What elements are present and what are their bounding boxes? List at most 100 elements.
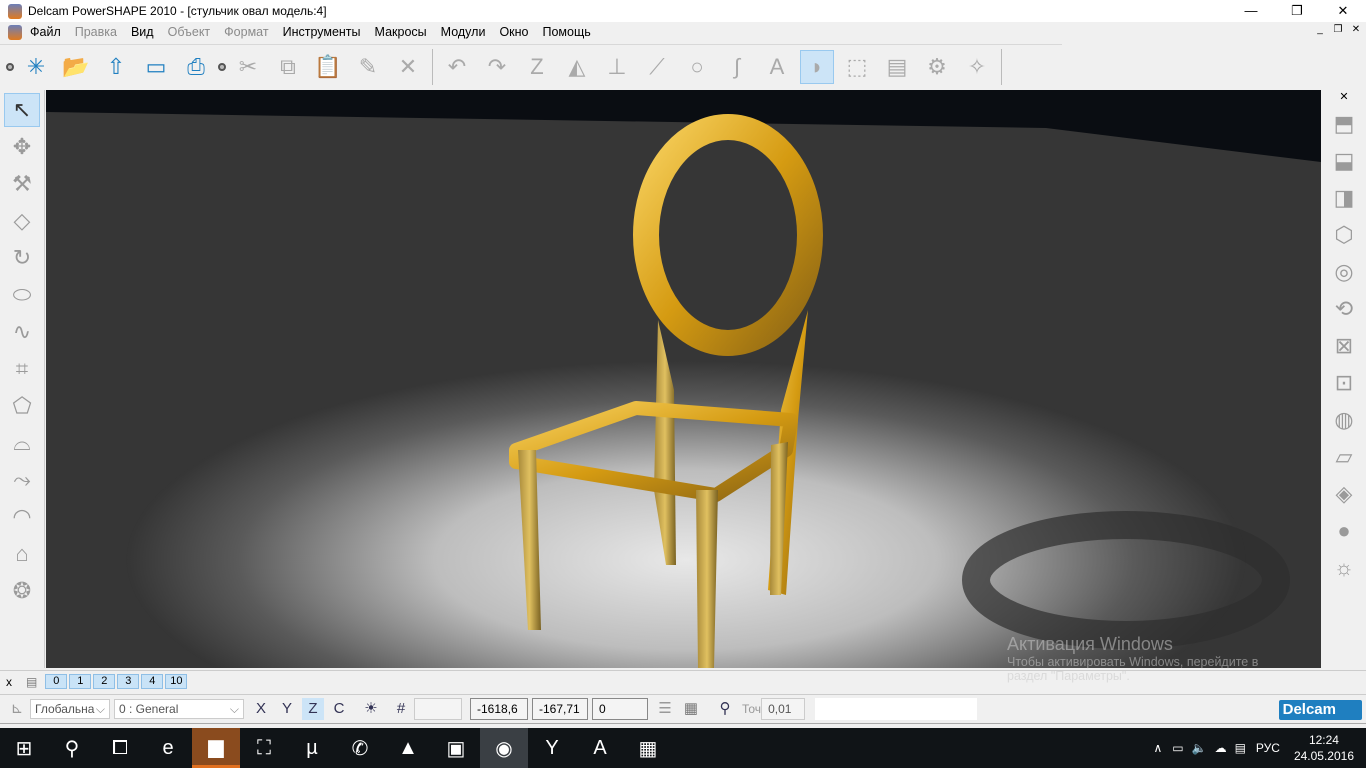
- menu-9[interactable]: Помощь: [542, 25, 590, 39]
- surface-icon[interactable]: ◗: [800, 49, 834, 84]
- workplane-icon[interactable]: ⊾: [6, 698, 28, 720]
- tools-icon[interactable]: ⚒: [4, 167, 40, 201]
- open-folder-icon[interactable]: 📂: [59, 50, 93, 84]
- edit-icon[interactable]: ✎: [351, 50, 385, 84]
- photos-icon[interactable]: ▲: [384, 728, 432, 768]
- view-top-icon[interactable]: ⬒: [1326, 107, 1362, 141]
- menu-3[interactable]: Объект: [168, 25, 211, 39]
- minimize-button[interactable]: —: [1228, 0, 1274, 22]
- loft-icon[interactable]: ⬠: [4, 389, 40, 423]
- electrode-icon[interactable]: ▤: [880, 50, 914, 84]
- curve-icon[interactable]: ∫: [720, 50, 754, 84]
- winrar-icon[interactable]: ▦: [624, 728, 672, 768]
- grid-field[interactable]: [414, 698, 462, 720]
- transform-icon[interactable]: ✥: [4, 130, 40, 164]
- close-toolbar-icon[interactable]: ✕: [1322, 90, 1366, 104]
- view-x-icon[interactable]: X: [250, 698, 272, 720]
- drive-curve-icon[interactable]: ⌓: [4, 426, 40, 460]
- utorrent-icon[interactable]: µ: [288, 728, 336, 768]
- level-select[interactable]: 0 : General ⌵: [114, 699, 244, 719]
- menu-0[interactable]: Файл: [30, 25, 61, 39]
- shade-diamond-icon[interactable]: ◈: [1326, 477, 1362, 511]
- zoom-fit-icon[interactable]: ⊠: [1326, 329, 1362, 363]
- wizard-icon[interactable]: ✧: [960, 50, 994, 84]
- new-file-icon[interactable]: ✳: [19, 50, 53, 84]
- calculator-icon[interactable]: ▦: [680, 698, 702, 720]
- morph-icon[interactable]: ❂: [4, 574, 40, 608]
- workplane-icon[interactable]: ⊥: [600, 50, 634, 84]
- view-camera-icon[interactable]: ◎: [1326, 255, 1362, 289]
- sweep-icon[interactable]: ∿: [4, 315, 40, 349]
- menu-1[interactable]: Правка: [75, 25, 117, 39]
- mdi-restore-button[interactable]: ❐: [1330, 24, 1346, 35]
- workplane-select[interactable]: Глобальна ⌵: [30, 699, 110, 719]
- level-button-4[interactable]: 4: [141, 674, 164, 689]
- clock[interactable]: 12:24 24.05.2016: [1294, 732, 1354, 764]
- extrude-icon[interactable]: ⬭: [4, 278, 40, 312]
- lighting-icon[interactable]: ☼: [1326, 551, 1362, 585]
- store-icon[interactable]: ⛶: [240, 728, 288, 768]
- search-icon[interactable]: ⚲: [48, 728, 96, 768]
- paste-icon[interactable]: 📋: [311, 50, 345, 84]
- rotate-surface-icon[interactable]: ↻: [4, 241, 40, 275]
- menu-6[interactable]: Макросы: [375, 25, 427, 39]
- zoom-rotate-icon[interactable]: ⟲: [1326, 292, 1362, 326]
- yandex-icon[interactable]: Y: [528, 728, 576, 768]
- fillet-icon[interactable]: ◠: [4, 500, 40, 534]
- monitor-icon[interactable]: ▣: [432, 728, 480, 768]
- view-front-icon[interactable]: ⬓: [1326, 144, 1362, 178]
- toolbar-grip[interactable]: [218, 62, 226, 71]
- volume-icon[interactable]: 🔈: [1192, 741, 1207, 755]
- flange-icon[interactable]: ⌂: [4, 537, 40, 571]
- shade-sphere-icon[interactable]: ●: [1326, 514, 1362, 548]
- line-icon[interactable]: ⟋: [640, 50, 674, 84]
- blend-icon[interactable]: ⤳: [4, 463, 40, 497]
- language-indicator[interactable]: РУС: [1256, 741, 1280, 755]
- maximize-button[interactable]: ❐: [1274, 0, 1320, 22]
- view-y-icon[interactable]: Y: [276, 698, 298, 720]
- shade-wireframe-icon[interactable]: ◍: [1326, 403, 1362, 437]
- menu-8[interactable]: Окно: [499, 25, 528, 39]
- explorer-icon[interactable]: ▆: [192, 728, 240, 768]
- tolerance-icon[interactable]: ⚲: [714, 698, 736, 720]
- network-icon[interactable]: ⌗: [4, 352, 40, 386]
- task-view-icon[interactable]: ⧠: [96, 728, 144, 768]
- doc-icon[interactable]: [8, 25, 22, 40]
- delete-icon[interactable]: ✕: [391, 50, 425, 84]
- arc-icon[interactable]: ○: [680, 50, 714, 84]
- solid-icon[interactable]: ⬚: [840, 50, 874, 84]
- select-icon[interactable]: ↖: [4, 93, 40, 127]
- import-icon[interactable]: ⇧: [99, 50, 133, 84]
- text-icon[interactable]: A: [760, 50, 794, 84]
- undo-icon[interactable]: ↶: [440, 50, 474, 84]
- artcam-icon[interactable]: A: [576, 728, 624, 768]
- start-icon[interactable]: ⊞: [0, 728, 48, 768]
- network-icon[interactable]: ☁: [1215, 741, 1227, 755]
- notifications-icon[interactable]: ▤: [1235, 741, 1246, 755]
- level-button-0[interactable]: 0: [45, 674, 68, 689]
- grid-icon[interactable]: #: [390, 698, 412, 720]
- copy-icon[interactable]: ⧉: [271, 50, 305, 84]
- solid-tools-icon[interactable]: ◭: [560, 50, 594, 84]
- close-levels-button[interactable]: x: [6, 675, 12, 689]
- level-button-1[interactable]: 1: [69, 674, 92, 689]
- viber-icon[interactable]: ✆: [336, 728, 384, 768]
- mdi-minimize-button[interactable]: _: [1312, 24, 1328, 35]
- layers-icon[interactable]: ▤: [26, 675, 37, 689]
- light-icon[interactable]: ☀: [360, 698, 382, 720]
- view-z-icon[interactable]: Z: [302, 698, 324, 720]
- menu-2[interactable]: Вид: [131, 25, 154, 39]
- print-icon[interactable]: ⎙: [179, 50, 213, 84]
- zoom-box-icon[interactable]: ⊡: [1326, 366, 1362, 400]
- view-side-icon[interactable]: ◨: [1326, 181, 1362, 215]
- menu-7[interactable]: Модули: [441, 25, 486, 39]
- tray-chevron-icon[interactable]: ∧: [1153, 741, 1162, 755]
- edge-icon[interactable]: e: [144, 728, 192, 768]
- power-icon[interactable]: ▭: [1172, 741, 1183, 755]
- tolerance-field[interactable]: 0,01: [761, 698, 806, 720]
- powershape-icon[interactable]: ◉: [480, 728, 528, 768]
- xyz-input-icon[interactable]: ☰: [654, 698, 676, 720]
- level-button-10[interactable]: 10: [165, 674, 188, 689]
- diamond-icon[interactable]: ◇: [4, 204, 40, 238]
- wireframe-edit-icon[interactable]: Z: [520, 50, 554, 84]
